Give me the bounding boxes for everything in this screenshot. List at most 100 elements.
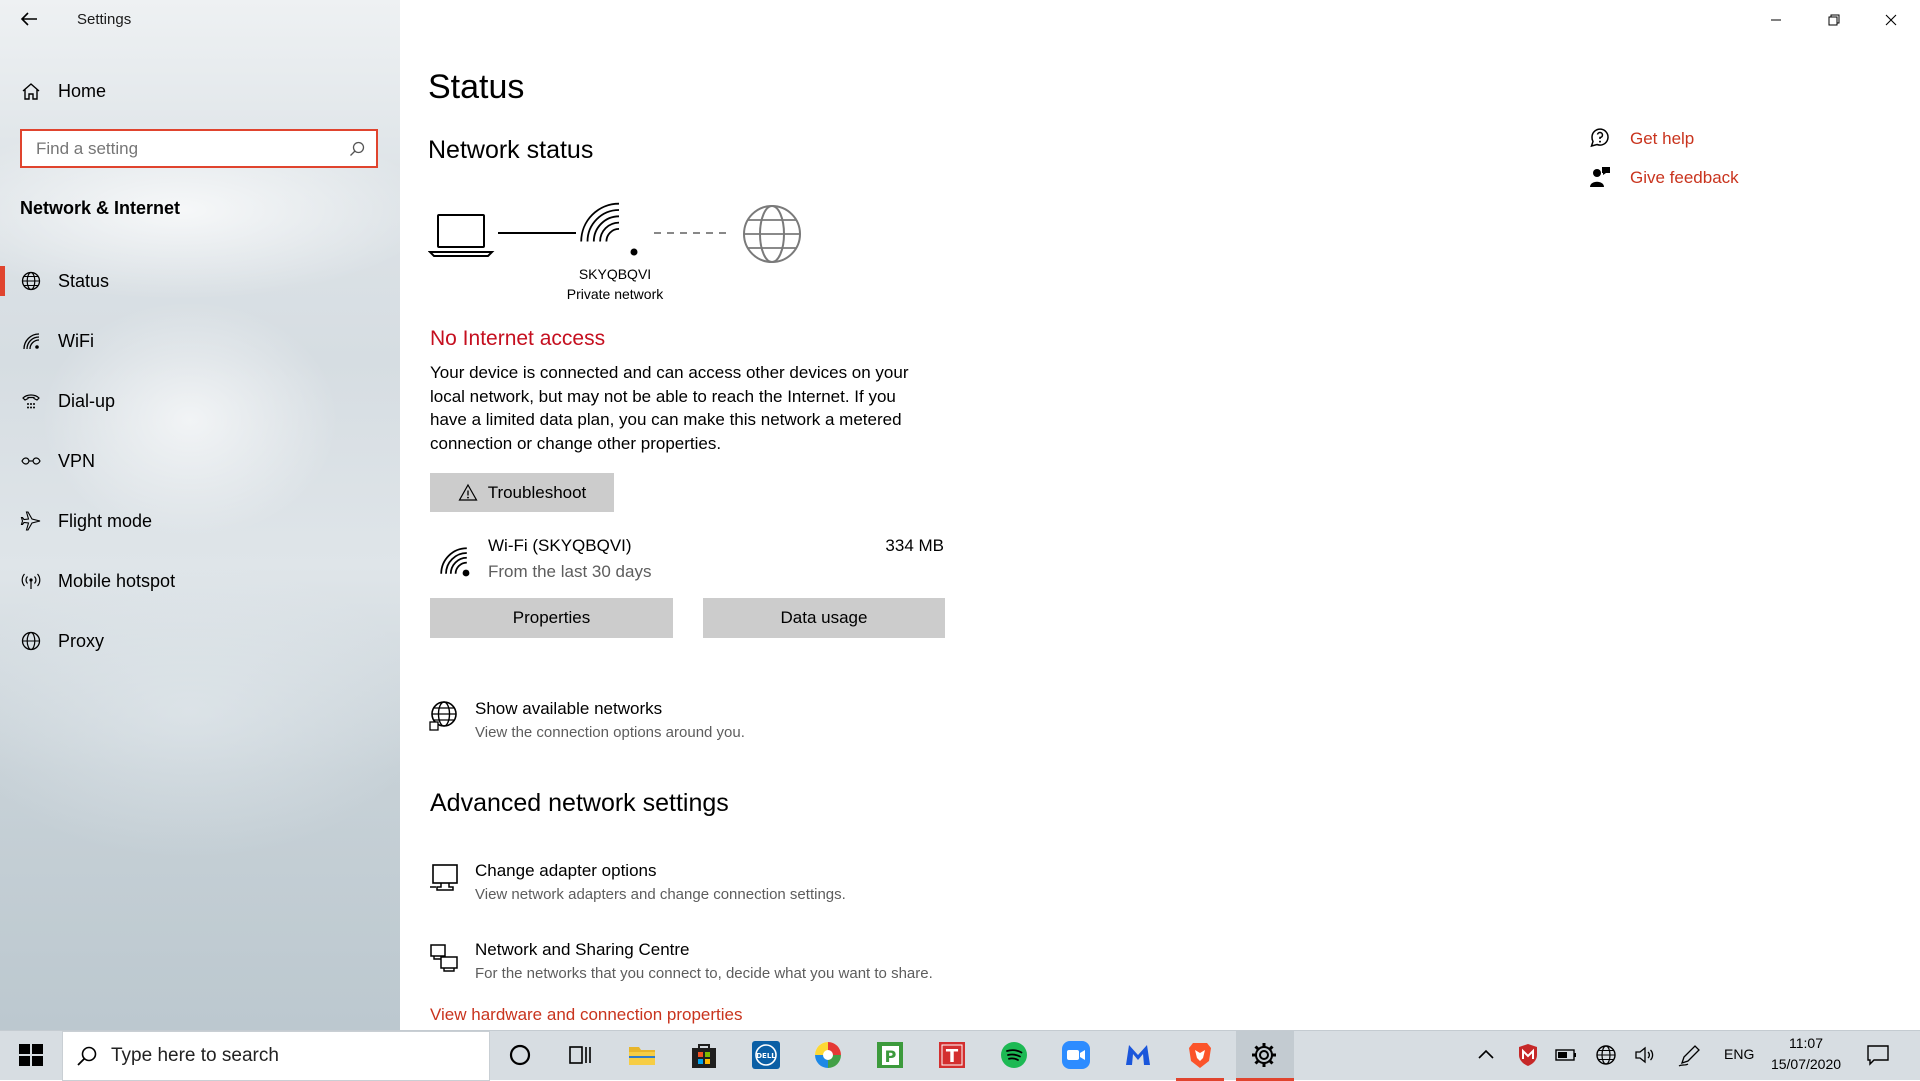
change-adapter-subtitle: View network adapters and change connect… (475, 886, 846, 903)
brave-app[interactable] (1184, 1039, 1216, 1071)
show-networks-subtitle: View the connection options around you. (475, 724, 745, 741)
globe-icon (20, 270, 42, 292)
get-help-link[interactable]: Get help (1630, 129, 1694, 149)
start-button[interactable] (16, 1040, 48, 1072)
sidebar-item-vpn[interactable]: VPN (0, 439, 400, 483)
internet-globe-icon (743, 205, 801, 263)
notification-icon (1867, 1045, 1889, 1066)
network-tray[interactable] (1592, 1041, 1620, 1069)
sharing-centre-icon[interactable] (428, 941, 460, 973)
page-title: Status (428, 68, 525, 106)
malwarebytes-m-icon (1126, 1045, 1150, 1065)
t-app[interactable]: T (936, 1039, 968, 1071)
globe-network-icon[interactable] (428, 700, 460, 732)
sidebar-item-flight-mode[interactable]: Flight mode (0, 499, 400, 543)
project-p-icon: P (877, 1042, 903, 1068)
restore-icon (1828, 14, 1840, 26)
sharing-centre-subtitle: For the networks that you connect to, de… (475, 965, 933, 982)
chevron-up-icon (1478, 1049, 1494, 1059)
zoom-camera-icon (1062, 1041, 1090, 1069)
photos-pinwheel-icon (815, 1042, 841, 1068)
sidebar-item-wifi[interactable]: WiFi (0, 319, 400, 363)
dialup-icon (20, 390, 42, 412)
svg-text:T: T (946, 1046, 959, 1067)
network-type: Private network (566, 286, 664, 302)
battery-icon (1555, 1049, 1576, 1061)
adapter-monitor-icon[interactable] (428, 862, 460, 894)
sidebar-item-label: Proxy (58, 630, 105, 651)
sidebar: Settings Home Network & Internet Status … (0, 0, 400, 1030)
cortana-button[interactable] (504, 1039, 536, 1071)
task-view-button[interactable] (564, 1039, 596, 1071)
sidebar-item-dialup[interactable]: Dial-up (0, 379, 400, 423)
clock-date[interactable]: 15/07/2020 (1764, 1056, 1848, 1072)
sidebar-item-label: VPN (58, 450, 96, 471)
hardware-properties-link[interactable]: View hardware and connection properties (430, 1005, 743, 1025)
sidebar-item-mobile-hotspot[interactable]: Mobile hotspot (0, 559, 400, 603)
globe-icon (1596, 1045, 1616, 1065)
troubleshoot-button[interactable]: Troubleshoot (430, 473, 614, 512)
project-app[interactable]: P (874, 1039, 906, 1071)
close-button[interactable] (1879, 8, 1903, 32)
minimize-button[interactable] (1764, 8, 1788, 32)
sidebar-item-label: WiFi (58, 330, 94, 351)
close-icon (1885, 14, 1897, 26)
hotspot-icon (20, 570, 42, 592)
sidebar-item-label: Flight mode (58, 510, 153, 531)
sidebar-item-proxy[interactable]: Proxy (0, 619, 400, 663)
error-title: No Internet access (430, 327, 606, 350)
globe-icon (20, 630, 42, 652)
file-explorer-app[interactable] (626, 1039, 658, 1071)
sidebar-item-status[interactable]: Status (0, 259, 400, 303)
settings-app[interactable] (1248, 1039, 1280, 1071)
sidebar-item-home[interactable]: Home (0, 69, 400, 113)
battery-tray[interactable] (1552, 1041, 1580, 1069)
show-hidden-icons[interactable] (1472, 1041, 1500, 1069)
mcafee-shield-icon (1519, 1044, 1537, 1066)
taskbar-search-placeholder: Type here to search (111, 1045, 279, 1066)
spotify-app[interactable] (998, 1039, 1030, 1071)
wifi-icon (440, 547, 470, 577)
sidebar-item-label: Status (58, 270, 110, 291)
network-status-heading: Network status (428, 136, 594, 164)
search-icon[interactable] (348, 140, 366, 158)
wifi-icon (20, 330, 42, 352)
laptop-icon (428, 214, 495, 257)
back-arrow-icon (20, 12, 37, 26)
dell-app[interactable]: DELL (750, 1039, 782, 1071)
brave-lion-icon (1189, 1043, 1211, 1068)
find-setting-search[interactable] (20, 129, 378, 168)
mcafee-tray[interactable] (1514, 1041, 1542, 1069)
help-chat-icon (1590, 128, 1609, 148)
taskbar: Type here to search DELL P T ENG 11:07 1… (0, 1030, 1920, 1081)
give-feedback-link[interactable]: Give feedback (1630, 168, 1739, 188)
language-indicator[interactable]: ENG (1724, 1046, 1754, 1062)
malwarebytes-app[interactable] (1122, 1039, 1154, 1071)
action-center-button[interactable] (1864, 1041, 1892, 1069)
back-button[interactable] (18, 8, 40, 30)
properties-button[interactable]: Properties (430, 598, 673, 638)
clock-time[interactable]: 11:07 (1776, 1035, 1836, 1051)
sidebar-item-label: Home (58, 80, 107, 101)
change-adapter-link[interactable]: Change adapter options (475, 861, 656, 881)
svg-text:P: P (885, 1047, 897, 1066)
feedback-person-icon (1590, 167, 1610, 187)
volume-tray[interactable] (1632, 1041, 1660, 1069)
data-usage-button[interactable]: Data usage (703, 598, 945, 638)
photos-app[interactable] (812, 1039, 844, 1071)
sidebar-item-label: Dial-up (58, 390, 116, 411)
airplane-icon (20, 510, 42, 532)
show-networks-link[interactable]: Show available networks (475, 699, 662, 719)
zoom-app[interactable] (1060, 1039, 1092, 1071)
find-setting-input[interactable] (34, 137, 348, 160)
sharing-centre-link[interactable]: Network and Sharing Centre (475, 940, 690, 960)
minimize-icon (1771, 19, 1781, 21)
wifi-connection-name: Wi-Fi (SKYQBQVI) (488, 536, 632, 555)
store-app[interactable] (688, 1039, 720, 1071)
wifi-router-icon (580, 202, 638, 256)
windows-logo-icon (19, 1044, 43, 1066)
pen-tray[interactable] (1676, 1041, 1704, 1069)
restore-button[interactable] (1822, 8, 1846, 32)
taskbar-search-box[interactable]: Type here to search (62, 1031, 490, 1081)
error-description: Your device is connected and can access … (430, 363, 909, 453)
